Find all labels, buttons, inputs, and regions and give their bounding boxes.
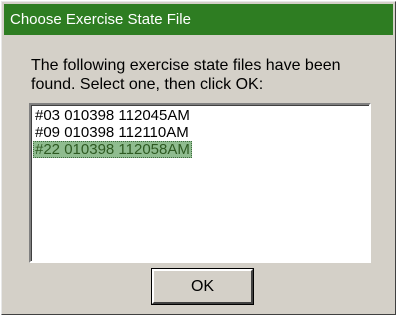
- dialog-title[interactable]: Choose Exercise State File: [4, 4, 393, 35]
- list-item-file-09[interactable]: #09 010398 112110AM: [33, 124, 191, 141]
- instruction-text: The following exercise state files have …: [31, 57, 341, 93]
- list-item-file-22[interactable]: #22 010398 112058AM: [33, 141, 192, 158]
- list-item-file-03[interactable]: #03 010398 112045AM: [33, 107, 192, 124]
- dialog-window: Choose Exercise State File The following…: [1, 1, 396, 315]
- file-listbox[interactable]: #03 010398 112045AM #09 010398 112110AM …: [29, 103, 371, 263]
- ok-button[interactable]: OK: [152, 269, 253, 304]
